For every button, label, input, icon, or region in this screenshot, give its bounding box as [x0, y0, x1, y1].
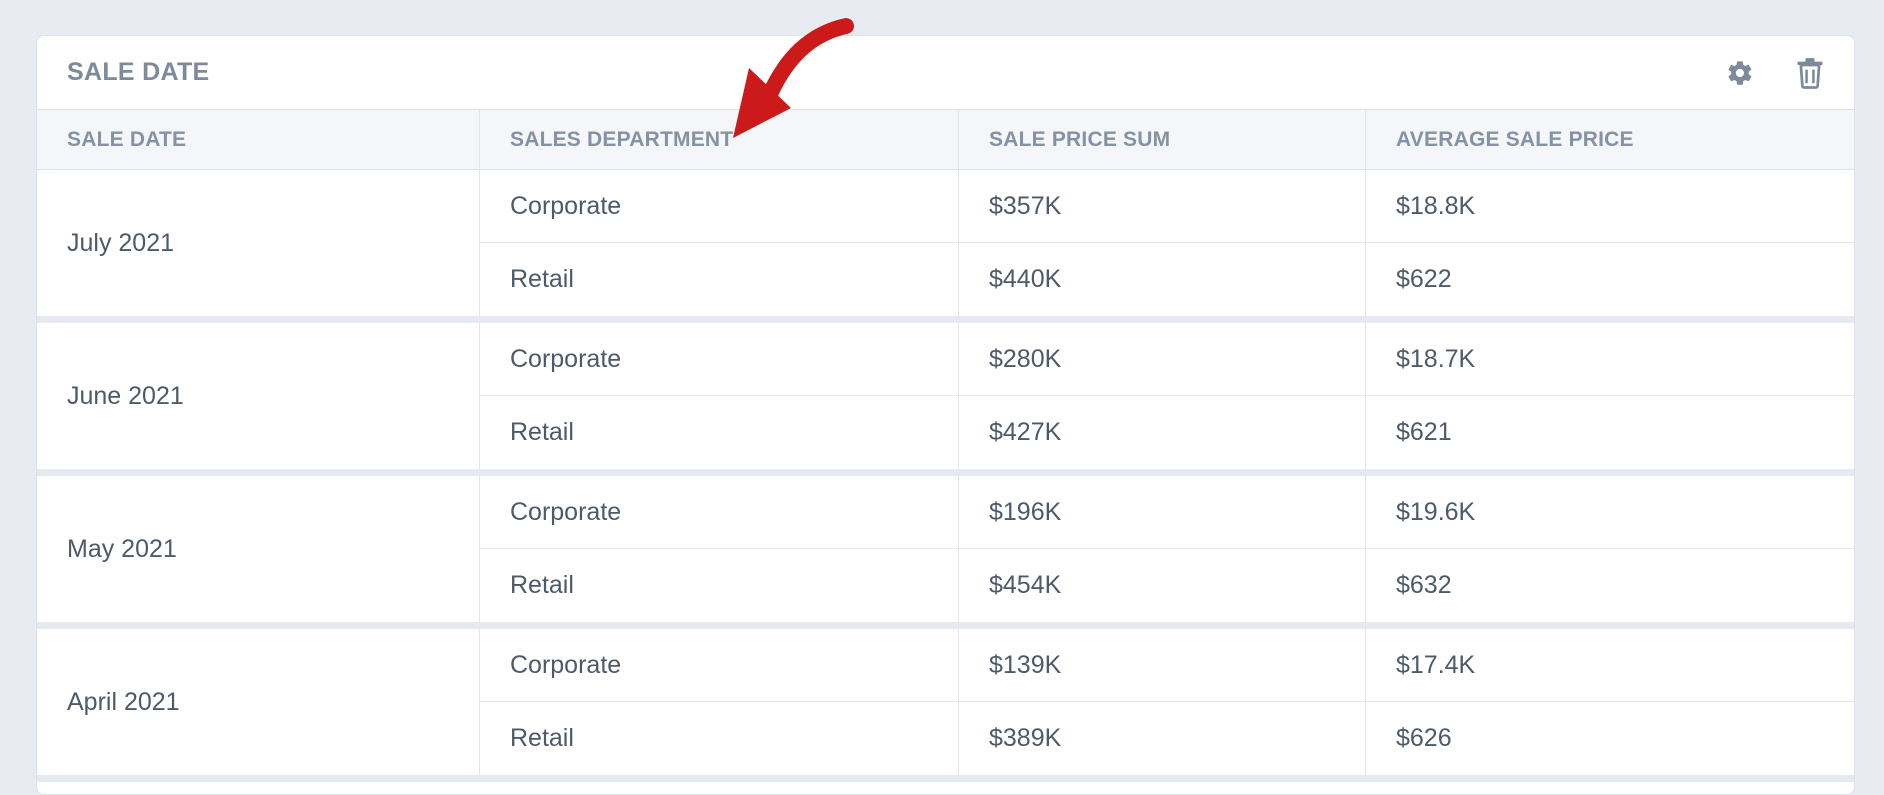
column-header-sale-price-sum[interactable]: SALE PRICE SUM: [959, 110, 1366, 169]
column-header-sale-date[interactable]: SALE DATE: [37, 110, 480, 169]
department-cell: Retail: [480, 702, 959, 775]
department-cell: Corporate: [480, 629, 959, 701]
sale-price-sum-cell: $389K: [959, 702, 1366, 775]
sale-price-sum-cell: $280K: [959, 323, 1366, 395]
department-cell: Retail: [480, 549, 959, 622]
group-rows: Corporate $280K $18.7K Retail $427K $621: [480, 323, 1854, 469]
department-cell: Retail: [480, 396, 959, 469]
group-date-cell: April 2021: [37, 629, 480, 775]
card-header: SALE DATE: [37, 36, 1854, 110]
table-row: Corporate $280K $18.7K: [480, 323, 1854, 396]
department-cell: Corporate: [480, 476, 959, 548]
group-date-cell: July 2021: [37, 170, 480, 316]
table-group: June 2021 Corporate $280K $18.7K Retail …: [37, 323, 1854, 476]
average-sale-price-cell: $18.7K: [1396, 344, 1476, 373]
group-date-cell: May 2021: [37, 476, 480, 622]
table-group: April 2021 Corporate $139K $17.4K Retail…: [37, 629, 1854, 782]
header-actions: [1724, 56, 1826, 90]
sale-price-sum-cell: $357K: [959, 170, 1366, 242]
department-cell: Corporate: [480, 170, 959, 242]
average-sale-price-cell: $18.8K: [1396, 191, 1476, 220]
department-cell: Retail: [480, 243, 959, 316]
group-rows: Corporate $139K $17.4K Retail $389K $626: [480, 629, 1854, 775]
table-header: SALE DATE SALES DEPARTMENT SALE PRICE SU…: [37, 110, 1854, 170]
sale-date-card: SALE DATE SALE DATE SALES DEPARTMENT SAL…: [36, 35, 1855, 795]
table-row: Corporate $196K $19.6K: [480, 476, 1854, 549]
sale-price-sum-cell: $454K: [959, 549, 1366, 622]
delete-button[interactable]: [1794, 56, 1826, 90]
average-sale-price-cell: $19.6K: [1396, 497, 1476, 526]
average-sale-price-cell: $621: [1396, 418, 1452, 446]
card-title: SALE DATE: [67, 58, 210, 86]
group-rows: Corporate $357K $18.8K Retail $440K $622: [480, 170, 1854, 316]
group-date-cell: June 2021: [37, 323, 480, 469]
table-body: July 2021 Corporate $357K $18.8K Retail …: [37, 170, 1854, 782]
table-row: Corporate $357K $18.8K: [480, 170, 1854, 243]
trash-icon: [1797, 58, 1823, 89]
average-sale-price-cell: $626: [1396, 724, 1452, 752]
sale-price-sum-cell: $427K: [959, 396, 1366, 469]
table-row: Retail $440K $622: [480, 243, 1854, 316]
table-group: May 2021 Corporate $196K $19.6K Retail $…: [37, 476, 1854, 629]
sale-price-sum-cell: $440K: [959, 243, 1366, 316]
table-row: Retail $389K $626: [480, 702, 1854, 775]
settings-button[interactable]: [1724, 56, 1756, 90]
gear-icon: [1728, 61, 1752, 85]
table-row: Retail $427K $621: [480, 396, 1854, 469]
sale-price-sum-cell: $139K: [959, 629, 1366, 701]
group-rows: Corporate $196K $19.6K Retail $454K $632: [480, 476, 1854, 622]
table-group: July 2021 Corporate $357K $18.8K Retail …: [37, 170, 1854, 323]
average-sale-price-cell: $622: [1396, 265, 1452, 293]
average-sale-price-cell: $17.4K: [1396, 650, 1476, 679]
sale-price-sum-cell: $196K: [959, 476, 1366, 548]
average-sale-price-cell: $632: [1396, 571, 1452, 599]
department-cell: Corporate: [480, 323, 959, 395]
table-row: Retail $454K $632: [480, 549, 1854, 622]
column-header-average-sale-price[interactable]: AVERAGE SALE PRICE: [1366, 110, 1854, 169]
table-row: Corporate $139K $17.4K: [480, 629, 1854, 702]
column-header-sales-department[interactable]: SALES DEPARTMENT: [480, 110, 959, 169]
